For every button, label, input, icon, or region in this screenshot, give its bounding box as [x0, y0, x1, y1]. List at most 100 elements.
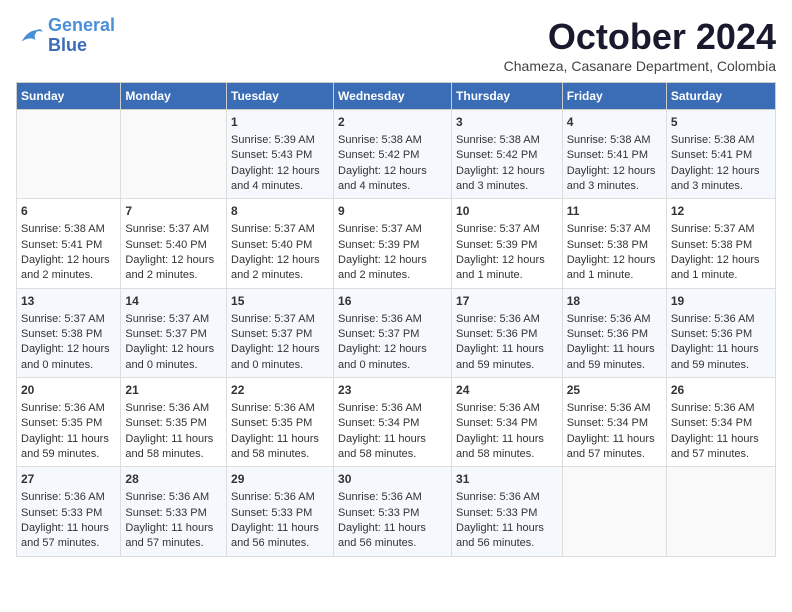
day-number: 16: [338, 293, 447, 310]
day-number: 17: [456, 293, 558, 310]
daylight-text: Daylight: 11 hours and 56 minutes.: [456, 521, 558, 552]
calendar-cell: 14Sunrise: 5:37 AMSunset: 5:37 PMDayligh…: [121, 288, 227, 377]
sunset-text: Sunset: 5:33 PM: [338, 506, 447, 521]
day-number: 18: [567, 293, 662, 310]
sunset-text: Sunset: 5:36 PM: [567, 327, 662, 342]
daylight-text: Daylight: 12 hours and 3 minutes.: [671, 164, 771, 195]
sunrise-text: Sunrise: 5:36 AM: [125, 490, 222, 505]
calendar-cell: 24Sunrise: 5:36 AMSunset: 5:34 PMDayligh…: [452, 378, 563, 467]
sunset-text: Sunset: 5:41 PM: [567, 148, 662, 163]
calendar-cell: 13Sunrise: 5:37 AMSunset: 5:38 PMDayligh…: [17, 288, 121, 377]
sunrise-text: Sunrise: 5:36 AM: [456, 401, 558, 416]
sunrise-text: Sunrise: 5:39 AM: [231, 133, 329, 148]
daylight-text: Daylight: 12 hours and 3 minutes.: [456, 164, 558, 195]
week-row-1: 1Sunrise: 5:39 AMSunset: 5:43 PMDaylight…: [17, 110, 776, 199]
sunrise-text: Sunrise: 5:37 AM: [125, 222, 222, 237]
sunset-text: Sunset: 5:35 PM: [231, 416, 329, 431]
day-number: 26: [671, 382, 771, 399]
calendar-cell: 19Sunrise: 5:36 AMSunset: 5:36 PMDayligh…: [666, 288, 775, 377]
sunrise-text: Sunrise: 5:36 AM: [567, 312, 662, 327]
calendar-cell: 15Sunrise: 5:37 AMSunset: 5:37 PMDayligh…: [227, 288, 334, 377]
calendar-cell: 30Sunrise: 5:36 AMSunset: 5:33 PMDayligh…: [334, 467, 452, 556]
sunset-text: Sunset: 5:43 PM: [231, 148, 329, 163]
week-row-3: 13Sunrise: 5:37 AMSunset: 5:38 PMDayligh…: [17, 288, 776, 377]
daylight-text: Daylight: 12 hours and 2 minutes.: [338, 253, 447, 284]
sunset-text: Sunset: 5:37 PM: [125, 327, 222, 342]
day-number: 31: [456, 471, 558, 488]
calendar-cell: [562, 467, 666, 556]
sunrise-text: Sunrise: 5:38 AM: [21, 222, 116, 237]
calendar-table: SundayMondayTuesdayWednesdayThursdayFrid…: [16, 82, 776, 557]
sunrise-text: Sunrise: 5:36 AM: [671, 312, 771, 327]
daylight-text: Daylight: 12 hours and 0 minutes.: [21, 342, 116, 373]
week-row-5: 27Sunrise: 5:36 AMSunset: 5:33 PMDayligh…: [17, 467, 776, 556]
day-number: 10: [456, 203, 558, 220]
calendar-cell: 16Sunrise: 5:36 AMSunset: 5:37 PMDayligh…: [334, 288, 452, 377]
calendar-cell: 27Sunrise: 5:36 AMSunset: 5:33 PMDayligh…: [17, 467, 121, 556]
calendar-cell: 10Sunrise: 5:37 AMSunset: 5:39 PMDayligh…: [452, 199, 563, 288]
daylight-text: Daylight: 11 hours and 57 minutes.: [125, 521, 222, 552]
calendar-cell: 29Sunrise: 5:36 AMSunset: 5:33 PMDayligh…: [227, 467, 334, 556]
day-number: 30: [338, 471, 447, 488]
calendar-cell: 28Sunrise: 5:36 AMSunset: 5:33 PMDayligh…: [121, 467, 227, 556]
calendar-cell: 25Sunrise: 5:36 AMSunset: 5:34 PMDayligh…: [562, 378, 666, 467]
sunrise-text: Sunrise: 5:38 AM: [567, 133, 662, 148]
daylight-text: Daylight: 12 hours and 2 minutes.: [21, 253, 116, 284]
column-header-sunday: Sunday: [17, 83, 121, 110]
day-number: 24: [456, 382, 558, 399]
calendar-cell: 22Sunrise: 5:36 AMSunset: 5:35 PMDayligh…: [227, 378, 334, 467]
daylight-text: Daylight: 11 hours and 59 minutes.: [456, 342, 558, 373]
sunrise-text: Sunrise: 5:37 AM: [231, 222, 329, 237]
sunrise-text: Sunrise: 5:38 AM: [671, 133, 771, 148]
calendar-cell: [666, 467, 775, 556]
column-header-saturday: Saturday: [666, 83, 775, 110]
calendar-cell: [17, 110, 121, 199]
week-row-2: 6Sunrise: 5:38 AMSunset: 5:41 PMDaylight…: [17, 199, 776, 288]
daylight-text: Daylight: 11 hours and 57 minutes.: [21, 521, 116, 552]
daylight-text: Daylight: 11 hours and 58 minutes.: [125, 432, 222, 463]
sunrise-text: Sunrise: 5:36 AM: [456, 490, 558, 505]
sunset-text: Sunset: 5:33 PM: [231, 506, 329, 521]
sunset-text: Sunset: 5:40 PM: [125, 238, 222, 253]
calendar-cell: 20Sunrise: 5:36 AMSunset: 5:35 PMDayligh…: [17, 378, 121, 467]
sunset-text: Sunset: 5:42 PM: [456, 148, 558, 163]
day-number: 25: [567, 382, 662, 399]
daylight-text: Daylight: 12 hours and 1 minute.: [456, 253, 558, 284]
day-number: 12: [671, 203, 771, 220]
title-block: October 2024 Chameza, Casanare Departmen…: [504, 16, 776, 74]
daylight-text: Daylight: 11 hours and 57 minutes.: [671, 432, 771, 463]
sunset-text: Sunset: 5:38 PM: [21, 327, 116, 342]
day-number: 27: [21, 471, 116, 488]
daylight-text: Daylight: 12 hours and 4 minutes.: [338, 164, 447, 195]
sunset-text: Sunset: 5:34 PM: [456, 416, 558, 431]
header-row: SundayMondayTuesdayWednesdayThursdayFrid…: [17, 83, 776, 110]
calendar-cell: [121, 110, 227, 199]
sunset-text: Sunset: 5:37 PM: [231, 327, 329, 342]
day-number: 7: [125, 203, 222, 220]
day-number: 22: [231, 382, 329, 399]
sunset-text: Sunset: 5:41 PM: [21, 238, 116, 253]
column-header-tuesday: Tuesday: [227, 83, 334, 110]
sunrise-text: Sunrise: 5:36 AM: [338, 490, 447, 505]
sunset-text: Sunset: 5:39 PM: [456, 238, 558, 253]
calendar-cell: 8Sunrise: 5:37 AMSunset: 5:40 PMDaylight…: [227, 199, 334, 288]
sunrise-text: Sunrise: 5:37 AM: [231, 312, 329, 327]
sunset-text: Sunset: 5:36 PM: [456, 327, 558, 342]
sunrise-text: Sunrise: 5:37 AM: [338, 222, 447, 237]
sunset-text: Sunset: 5:38 PM: [567, 238, 662, 253]
sunset-text: Sunset: 5:38 PM: [671, 238, 771, 253]
page-header: General Blue October 2024 Chameza, Casan…: [16, 16, 776, 74]
calendar-cell: 5Sunrise: 5:38 AMSunset: 5:41 PMDaylight…: [666, 110, 775, 199]
daylight-text: Daylight: 12 hours and 3 minutes.: [567, 164, 662, 195]
calendar-cell: 21Sunrise: 5:36 AMSunset: 5:35 PMDayligh…: [121, 378, 227, 467]
day-number: 14: [125, 293, 222, 310]
sunset-text: Sunset: 5:33 PM: [456, 506, 558, 521]
day-number: 23: [338, 382, 447, 399]
daylight-text: Daylight: 11 hours and 59 minutes.: [671, 342, 771, 373]
daylight-text: Daylight: 11 hours and 57 minutes.: [567, 432, 662, 463]
daylight-text: Daylight: 12 hours and 0 minutes.: [231, 342, 329, 373]
sunset-text: Sunset: 5:35 PM: [125, 416, 222, 431]
column-header-monday: Monday: [121, 83, 227, 110]
daylight-text: Daylight: 12 hours and 1 minute.: [567, 253, 662, 284]
daylight-text: Daylight: 12 hours and 1 minute.: [671, 253, 771, 284]
